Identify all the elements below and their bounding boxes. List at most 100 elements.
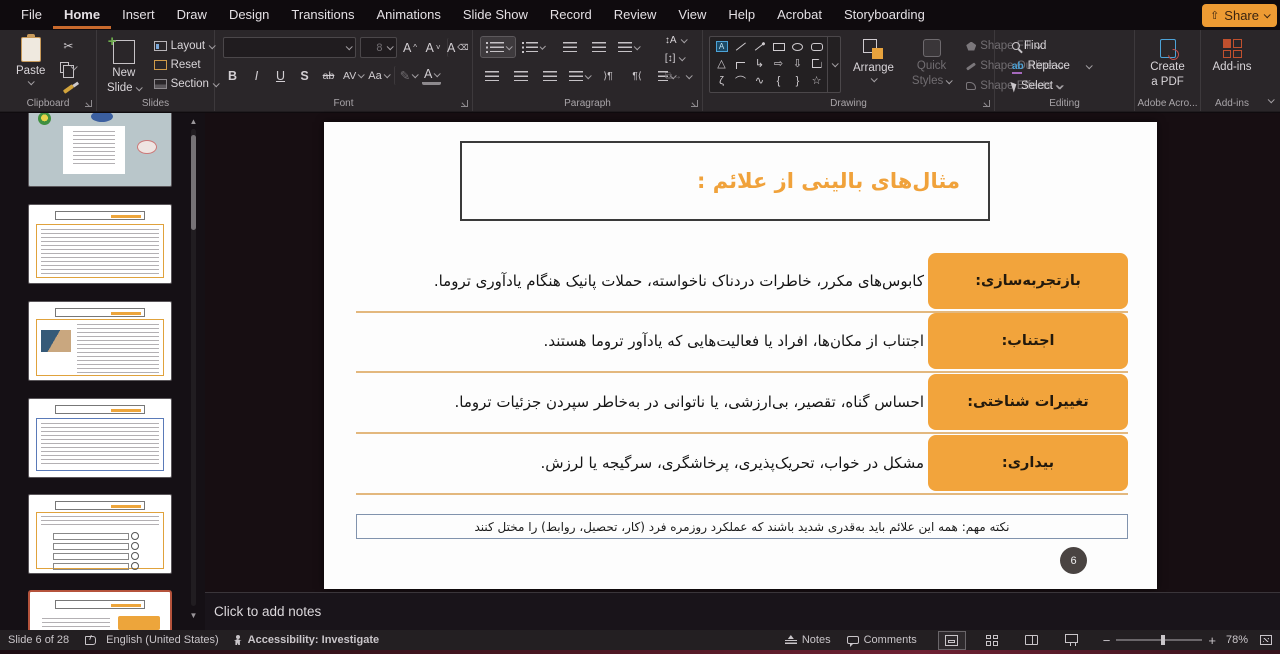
arc-shape-icon[interactable]: ⌒: [731, 72, 750, 89]
create-pdf-button[interactable]: Create a PDF: [1139, 34, 1196, 91]
clipboard-dialog-launcher[interactable]: [84, 99, 93, 108]
spell-check-button[interactable]: [85, 636, 96, 645]
increase-indent-button[interactable]: [588, 37, 610, 57]
symptom-label-box[interactable]: تغییرات شناختی:: [928, 374, 1128, 430]
find-button[interactable]: Find: [1009, 39, 1130, 53]
font-name-combobox[interactable]: [223, 37, 356, 58]
right-arrow-shape-icon[interactable]: ⇨: [769, 55, 788, 72]
tab-acrobat[interactable]: Acrobat: [766, 1, 833, 29]
numbering-button[interactable]: [522, 37, 544, 57]
freeform-shape-icon[interactable]: ζ: [712, 72, 731, 89]
line-spacing-button[interactable]: [617, 37, 639, 57]
tab-slide-show[interactable]: Slide Show: [452, 1, 539, 29]
slide-thumbnail-2[interactable]: [28, 204, 172, 284]
slide-sorter-view-button[interactable]: [979, 632, 1005, 649]
replace-button[interactable]: abReplace: [1009, 59, 1130, 73]
zoom-level[interactable]: 78%: [1226, 634, 1248, 646]
elbow-arrow-connector-shape-icon[interactable]: ↳: [750, 55, 769, 72]
line-arrow-shape-icon[interactable]: [750, 38, 769, 55]
text-box-shape-icon[interactable]: A: [716, 41, 728, 52]
scroll-down-arrow-icon[interactable]: ▼: [189, 611, 198, 620]
rectangle-shape-icon[interactable]: [769, 38, 788, 55]
tab-home[interactable]: Home: [53, 1, 111, 29]
italic-button[interactable]: I: [247, 66, 266, 85]
reset-button[interactable]: Reset: [151, 58, 221, 72]
font-size-combobox[interactable]: 8: [360, 37, 397, 58]
increase-font-size-button[interactable]: A^: [401, 38, 420, 57]
zoom-slider-thumb[interactable]: [1161, 635, 1165, 645]
align-text-button[interactable]: [↕]: [662, 52, 694, 65]
new-slide-button[interactable]: New Slide: [101, 34, 147, 97]
tab-view[interactable]: View: [667, 1, 717, 29]
slide-thumbnail-4[interactable]: [28, 398, 172, 478]
notes-toggle-button[interactable]: Notes: [785, 634, 831, 646]
symptom-label-box[interactable]: بیداری:: [928, 435, 1128, 491]
text-direction-button[interactable]: ↕A: [662, 34, 694, 47]
align-left-button[interactable]: [481, 66, 503, 86]
collapse-ribbon-chevron-icon[interactable]: [1268, 96, 1275, 103]
zoom-in-button[interactable]: +: [1208, 633, 1216, 648]
section-button[interactable]: Section: [151, 77, 221, 91]
clear-formatting-button[interactable]: A⌫: [447, 38, 469, 57]
right-brace-shape-icon[interactable]: }: [788, 72, 807, 89]
format-painter-button[interactable]: [57, 81, 79, 97]
underline-button[interactable]: U: [271, 66, 290, 85]
important-note-box[interactable]: نکته مهم: همه این علائم باید به‌قدری شدی…: [356, 514, 1128, 539]
tab-transitions[interactable]: Transitions: [280, 1, 365, 29]
share-button[interactable]: ⇧ Share: [1202, 4, 1277, 27]
align-right-button[interactable]: [539, 66, 561, 86]
layout-button[interactable]: Layout: [151, 39, 221, 53]
rounded-rectangle-shape-icon[interactable]: [807, 38, 826, 55]
symptom-text-box[interactable]: کابوس‌های مکرر، خاطرات دردناک ناخواسته، …: [360, 253, 924, 309]
line-shape-icon[interactable]: [731, 38, 750, 55]
symptom-label-box[interactable]: اجتناب:: [928, 313, 1128, 369]
oval-shape-icon[interactable]: [788, 38, 807, 55]
tab-storyboarding[interactable]: Storyboarding: [833, 1, 936, 29]
decrease-font-size-button[interactable]: A˅: [424, 38, 443, 57]
shadow-button[interactable]: S: [295, 66, 314, 85]
accessibility-button[interactable]: Accessibility: Investigate: [233, 634, 379, 646]
symptom-text-box[interactable]: احساس گناه، تقصیر، بی‌ارزشی، یا ناتوانی …: [360, 374, 924, 430]
align-center-button[interactable]: [510, 66, 532, 86]
reading-view-button[interactable]: [1019, 632, 1045, 649]
tab-review[interactable]: Review: [603, 1, 668, 29]
tab-insert[interactable]: Insert: [111, 1, 166, 29]
scrollbar-thumb[interactable]: [191, 135, 196, 230]
symptom-text-box[interactable]: مشکل در خواب، تحریک‌پذیری، پرخاشگری، سرگ…: [360, 435, 924, 491]
left-brace-shape-icon[interactable]: {: [769, 72, 788, 89]
symptom-text-box[interactable]: اجتناب از مکان‌ها، افراد یا فعالیت‌هایی …: [360, 313, 924, 369]
slide-editing-surface[interactable]: مثال‌های بالینی از علائم : بازتجربه‌سازی…: [324, 122, 1157, 589]
star-shape-icon[interactable]: ☆: [807, 72, 826, 89]
language-button[interactable]: English (United States): [106, 634, 219, 646]
zoom-out-button[interactable]: −: [1103, 633, 1111, 648]
drawing-dialog-launcher[interactable]: [982, 99, 991, 108]
tab-file[interactable]: File: [10, 1, 53, 29]
paragraph-dialog-launcher[interactable]: [690, 99, 699, 108]
paste-button[interactable]: Paste: [10, 34, 51, 97]
cut-button[interactable]: ✂: [57, 38, 79, 54]
font-dialog-launcher[interactable]: [460, 99, 469, 108]
tab-help[interactable]: Help: [717, 1, 766, 29]
thumbnail-scrollbar[interactable]: ▲ ▼: [189, 117, 198, 620]
curve-shape-icon[interactable]: ∿: [750, 72, 769, 89]
ltr-text-direction-button[interactable]: ⟩¶: [597, 66, 619, 86]
slide-thumbnail-5[interactable]: [28, 494, 172, 574]
slide-thumbnail-3[interactable]: [28, 301, 172, 381]
tab-draw[interactable]: Draw: [166, 1, 218, 29]
character-spacing-button[interactable]: AV: [343, 66, 363, 85]
comments-toggle-button[interactable]: Comments: [847, 634, 917, 646]
slide-thumbnail-6-selected[interactable]: [28, 590, 172, 630]
normal-view-button[interactable]: [939, 632, 965, 649]
scroll-up-arrow-icon[interactable]: ▲: [189, 117, 198, 126]
slide-show-button[interactable]: [1059, 632, 1085, 649]
slide-thumbnail-1[interactable]: [28, 113, 172, 187]
shapes-gallery[interactable]: A △ ↳ ⇨ ⇩ ζ ⌒ ∿ { } ☆: [709, 36, 841, 93]
snip-corner-shape-icon[interactable]: [807, 55, 826, 72]
elbow-connector-shape-icon[interactable]: [731, 55, 750, 72]
font-color-button[interactable]: A: [422, 66, 441, 85]
quick-styles-button[interactable]: Quick Styles: [906, 34, 957, 97]
bold-button[interactable]: B: [223, 66, 242, 85]
strikethrough-button[interactable]: ab: [319, 66, 338, 85]
down-arrow-shape-icon[interactable]: ⇩: [788, 55, 807, 72]
tab-design[interactable]: Design: [218, 1, 280, 29]
